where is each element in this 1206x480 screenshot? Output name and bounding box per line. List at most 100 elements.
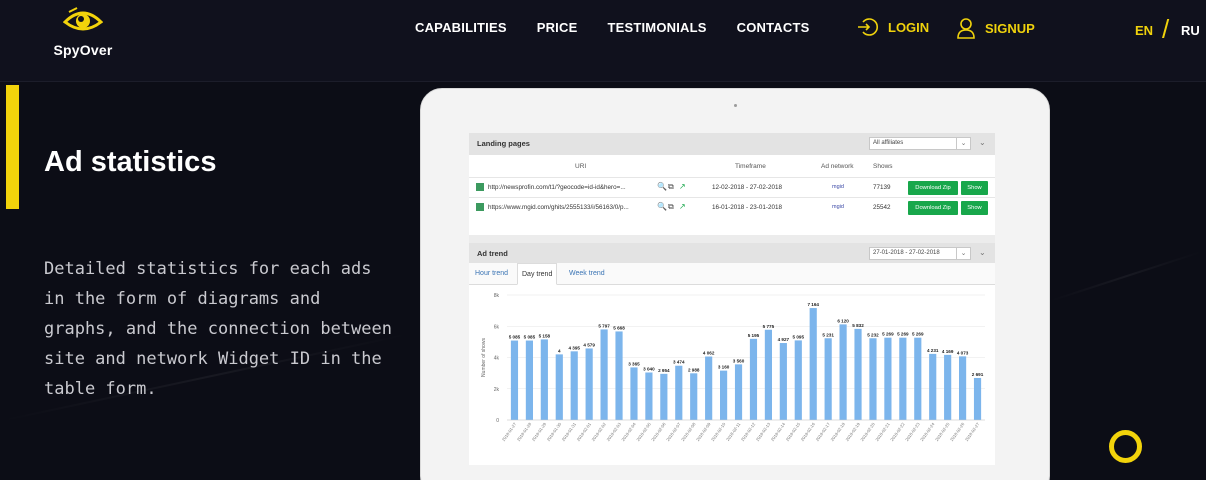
chevron-down-icon: ⌄ [956,138,970,149]
data-label: 2 691 [972,372,984,377]
data-label: 4 231 [927,348,939,353]
data-label: 4 579 [583,342,595,347]
login-button[interactable]: LOGIN [857,17,929,37]
chart-bar [749,338,758,420]
download-zip-button[interactable]: Download Zip [908,201,958,215]
tab-hour-trend[interactable]: Hour trend [471,263,512,285]
open-link-icon[interactable]: ↗ [679,202,686,211]
y-tick-label: 8k [494,293,500,299]
nav-capabilities[interactable]: CAPABILITIES [415,20,507,38]
device-mockup: Landing pages All affiliates ⌄ ⌄ URI Tim… [420,88,1050,480]
search-icon[interactable]: 🔍 [657,202,667,211]
data-label: 5 668 [613,325,625,330]
data-label: 5 085 [509,335,521,340]
x-tick-label: 2018-02-27 [964,421,981,442]
column-header-uri: URI [575,163,587,170]
y-tick-label: 0 [496,418,499,424]
data-label: 5 085 [524,335,536,340]
data-label: 5 158 [539,333,551,338]
nav-price[interactable]: PRICE [537,20,578,38]
tab-day-trend[interactable]: Day trend [517,263,558,285]
chart-bar [525,340,533,420]
chart-bar [734,364,743,420]
nav-testimonials[interactable]: TESTIMONIALS [607,20,706,38]
chart-bar [675,365,683,420]
collapse-icon[interactable]: ⌄ [979,138,986,147]
image-file-icon [476,183,484,191]
show-button[interactable]: Show [961,201,988,215]
affiliate-select-value: All affiliates [873,140,904,146]
column-header-network: Ad network [821,163,854,170]
site-header: SpyOver CAPABILITIES PRICE TESTIMONIALS … [0,0,1206,82]
date-range-value: 27-01-2018 - 27-02-2018 [873,250,940,256]
collapse-icon[interactable]: ⌄ [979,248,986,257]
chart-bar [720,370,728,420]
chart-bar [794,340,802,420]
show-button[interactable]: Show [961,181,988,195]
row-network: mgid [832,184,844,190]
chart-bar [854,328,862,420]
chart-bar [944,354,952,420]
data-label: 4 927 [778,337,790,342]
row-uri[interactable]: http://newsprofin.com/t1/?geocode=id-id&… [488,184,626,191]
image-file-icon [476,203,484,211]
table-row: https://www.mgid.com/ghits/2555133/i/561… [469,197,995,217]
nav-contacts[interactable]: CONTACTS [737,20,810,38]
login-icon [858,18,878,36]
data-label: 5 231 [822,332,834,337]
ad-trend-title: Ad trend [477,249,508,258]
lang-en[interactable]: EN [1135,23,1153,38]
data-label: 4 395 [568,345,580,350]
chart-bar [779,343,787,420]
y-tick-label: 2k [494,387,500,393]
chart-bar [510,340,519,420]
data-label: 5 797 [598,323,610,328]
download-zip-button[interactable]: Download Zip [908,181,958,195]
logo[interactable]: SpyOver [48,6,118,66]
column-header-shows: Shows [873,163,893,170]
row-uri[interactable]: https://www.mgid.com/ghits/2555133/i/561… [488,204,629,211]
chart-bar [630,367,638,420]
open-link-icon[interactable]: ↗ [679,182,686,191]
affiliate-select[interactable]: All affiliates ⌄ [869,137,971,150]
landing-pages-table: URI Timeframe Ad network Shows http://ne… [469,155,995,235]
data-label: 5 232 [867,332,879,337]
data-label: 2 988 [688,367,700,372]
data-label: 4 073 [957,350,969,355]
chevron-down-icon: ⌄ [956,248,970,259]
data-label: 5 269 [897,332,909,337]
signup-label: SIGNUP [985,20,1035,36]
chart-bar [959,356,967,420]
tab-week-trend[interactable]: Week trend [565,263,609,285]
search-icon[interactable]: 🔍 [657,182,667,191]
date-range-select[interactable]: 27-01-2018 - 27-02-2018 ⌄ [869,247,971,260]
login-label: LOGIN [888,19,930,35]
y-tick-label: 4k [494,356,500,362]
chart-bar [839,324,847,420]
chat-button[interactable] [1109,430,1142,463]
chart-bar [690,373,698,420]
row-timeframe: 12-02-2018 - 27-02-2018 [712,184,783,191]
ad-trend-chart-area: 0 2k 4k 6k 8k Number of shows 5 085 2018-01-27 5… [469,285,995,465]
y-tick-label: 6k [494,324,500,330]
ad-trend-bar-chart: 02k4k6k8kNumber of shows5 0852018-01-275… [481,293,985,442]
data-label: 3 040 [643,367,655,372]
chart-bar [705,356,713,420]
signup-button[interactable]: SIGNUP [956,17,1035,39]
camera-dot [734,104,737,107]
chart-bar [824,338,832,420]
data-label: 3 474 [673,360,685,365]
ad-trend-header: Ad trend 27-01-2018 - 27-02-2018 ⌄ ⌄ [469,243,995,265]
chart-bar [615,331,623,420]
landing-pages-title: Landing pages [477,139,530,148]
chart-bar [570,351,578,420]
user-icon [957,18,975,39]
chart-bar [884,337,892,420]
copy-icon[interactable]: ⧉ [668,182,674,192]
data-label: 3 365 [628,361,640,366]
lang-ru[interactable]: RU [1181,23,1200,38]
data-label: 6 120 [837,318,849,323]
column-header-timeframe: Timeframe [735,163,766,170]
chart-bar [555,354,563,420]
copy-icon[interactable]: ⧉ [668,202,674,212]
